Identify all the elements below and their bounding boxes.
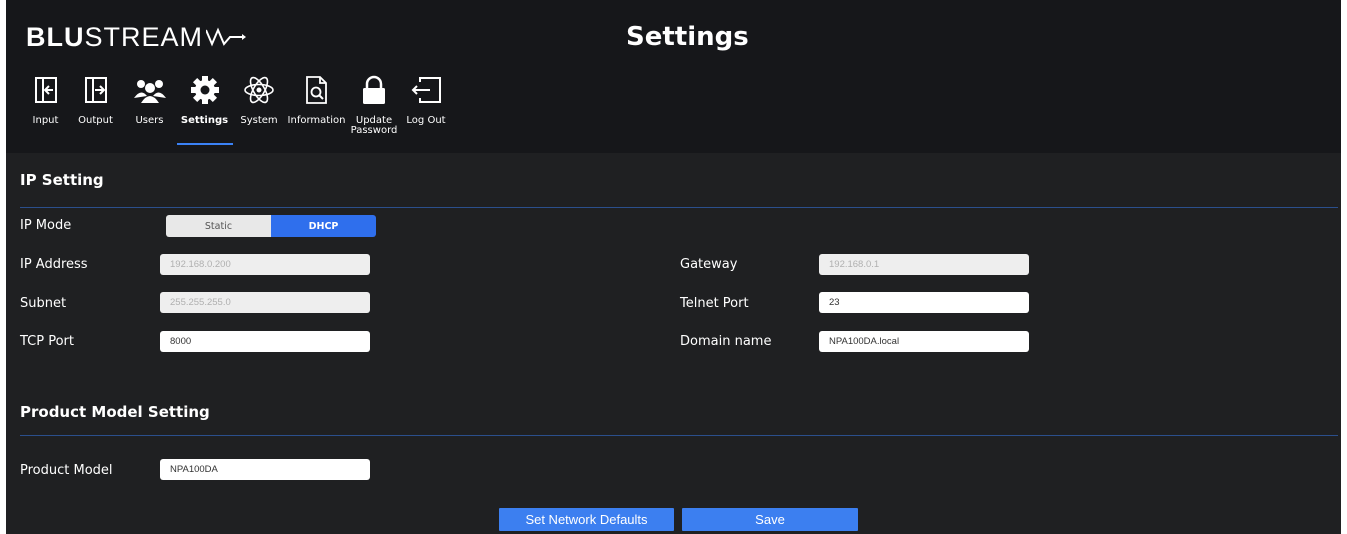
nav-label: Log Out [406, 115, 446, 126]
product-model-divider [20, 435, 1338, 436]
ip-mode-static-option[interactable]: Static [166, 215, 271, 237]
ip-mode-dhcp-option[interactable]: DHCP [271, 215, 376, 237]
output-icon [84, 77, 107, 103]
main-nav: Input Output Users Settings System Infor… [22, 70, 451, 136]
nav-item-users[interactable]: Users [122, 70, 177, 136]
product-model-input[interactable] [160, 459, 370, 480]
nav-label: System [240, 115, 278, 126]
header: BLU STREAM Settings Input Output Users S… [6, 0, 1341, 153]
ip-address-label: IP Address [20, 257, 88, 272]
logo-wave-arrow-icon [206, 27, 247, 47]
tcp-port-label: TCP Port [20, 334, 74, 349]
nav-item-system[interactable]: System [232, 70, 286, 136]
atom-icon [244, 76, 274, 104]
nav-item-input[interactable]: Input [22, 70, 69, 136]
ip-setting-divider [20, 207, 1338, 208]
nav-item-information[interactable]: Information [286, 70, 347, 136]
ip-mode-label: IP Mode [20, 218, 72, 233]
subnet-label: Subnet [20, 296, 67, 311]
nav-item-output[interactable]: Output [69, 70, 122, 136]
nav-label: Settings [180, 115, 229, 126]
gateway-label: Gateway [680, 257, 738, 272]
app-frame: BLU STREAM Settings Input Output Users S… [6, 0, 1341, 534]
nav-item-log-out[interactable]: Log Out [401, 70, 451, 136]
gear-icon [190, 76, 219, 104]
save-button[interactable]: Save [682, 508, 858, 531]
product-model-label: Product Model [20, 463, 113, 478]
users-icon [133, 80, 166, 103]
domain-name-label: Domain name [680, 334, 772, 349]
logout-icon [411, 77, 441, 103]
document-search-icon [305, 76, 327, 104]
nav-label: Information [287, 115, 346, 126]
telnet-port-input[interactable] [819, 292, 1029, 313]
nav-item-update-password[interactable]: Update Password [347, 70, 401, 136]
telnet-port-label: Telnet Port [680, 296, 749, 311]
nav-item-settings[interactable]: Settings [177, 70, 232, 136]
input-icon [34, 77, 57, 103]
ip-address-input[interactable] [160, 254, 370, 275]
subnet-input[interactable] [160, 292, 370, 313]
nav-label: Output [78, 115, 113, 126]
nav-label: Input [32, 115, 59, 126]
tcp-port-input[interactable] [160, 331, 370, 352]
product-model-setting-title: Product Model Setting [20, 403, 210, 421]
ip-setting-title: IP Setting [20, 171, 104, 189]
logo-bold-text: BLU [26, 21, 85, 52]
lock-icon [363, 75, 385, 104]
nav-label: Update Password [350, 115, 398, 136]
gateway-input[interactable] [819, 254, 1029, 275]
set-network-defaults-button[interactable]: Set Network Defaults [499, 508, 674, 531]
nav-label: Users [135, 115, 164, 126]
domain-name-input[interactable] [819, 331, 1029, 352]
page-title: Settings [626, 22, 749, 52]
ip-mode-toggle: Static DHCP [166, 215, 376, 237]
logo-light-text: STREAM [84, 21, 204, 52]
blustream-logo: BLU STREAM [26, 21, 247, 52]
